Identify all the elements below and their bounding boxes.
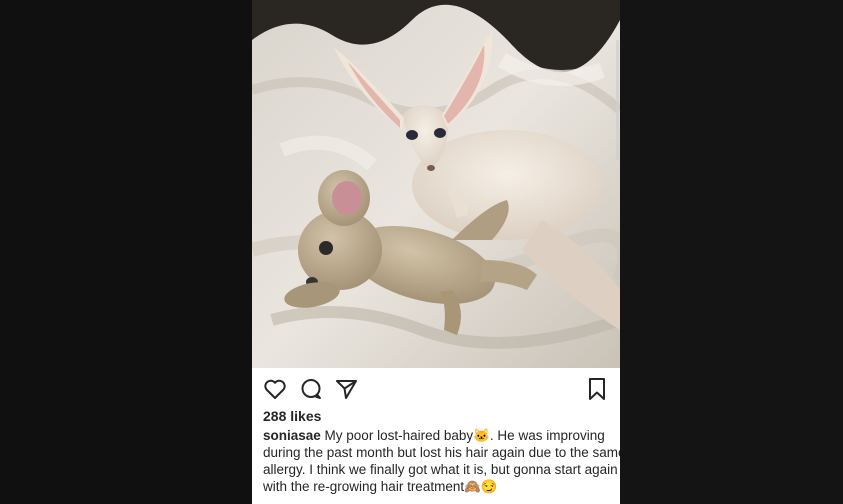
caption-line-1: soniasae My poor lost-haired baby🐱. He w… xyxy=(263,427,615,444)
likes-count[interactable]: 288 likes xyxy=(263,408,321,424)
caption-line-4: with the re-growing hair treatment🙈😏 xyxy=(263,479,498,494)
right-background xyxy=(620,0,843,504)
caption-line-3: allergy. I think we finally got what it … xyxy=(263,462,618,477)
comment-icon[interactable] xyxy=(298,376,324,402)
instagram-post: 288 likes soniasae My poor lost-haired b… xyxy=(252,0,620,504)
left-background xyxy=(0,0,252,504)
send-icon[interactable] xyxy=(334,376,360,402)
caption-line-2: during the past month but lost his hair … xyxy=(263,445,620,460)
heart-icon[interactable] xyxy=(262,376,288,402)
scrollbar[interactable] xyxy=(616,40,619,160)
caption-text-1: My poor lost-haired baby🐱. He was improv… xyxy=(320,428,605,443)
bookmark-icon[interactable] xyxy=(584,376,610,402)
post-caption: soniasae My poor lost-haired baby🐱. He w… xyxy=(263,427,620,495)
post-photo[interactable] xyxy=(252,0,620,368)
action-bar xyxy=(252,372,620,406)
username-link[interactable]: soniasae xyxy=(263,428,321,443)
